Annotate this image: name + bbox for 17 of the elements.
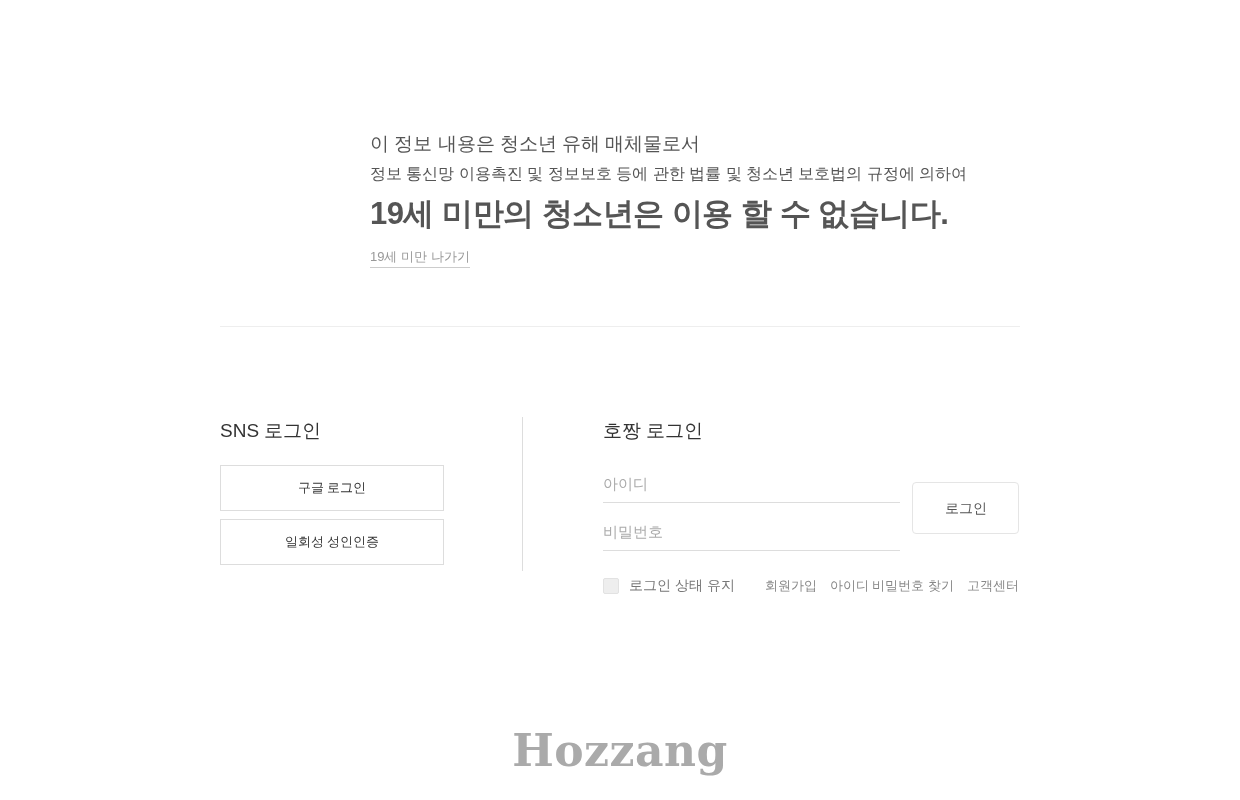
sns-login-button[interactable]: 일회성 성인인증	[220, 519, 444, 565]
password-field[interactable]: 비밀번호	[603, 513, 900, 551]
notice-text: 이 정보 내용은 청소년 유해 매체물로서	[370, 132, 701, 156]
age-restriction-headline: 19세 미만의 청소년은 이용 할 수 없습니다.	[370, 195, 949, 233]
account-link[interactable]: 아이디 비밀번호 찾기	[829, 575, 954, 596]
exit-link[interactable]: 19세 미만 나가기	[370, 248, 470, 268]
sns-login-title: SNS 로그인	[220, 419, 323, 443]
keep-login-checkbox[interactable]	[603, 577, 619, 594]
logo: Hozzang	[512, 726, 728, 776]
keep-login-label: 로그인 상태 유지	[629, 576, 735, 595]
account-link[interactable]: 고객센터	[967, 575, 1019, 596]
account-link[interactable]: 회원가입	[764, 575, 817, 596]
member-login-title: 호짱 로그인	[603, 419, 705, 443]
id-field[interactable]: 아이디	[603, 465, 900, 503]
sns-login-button[interactable]: 구글 로그인	[220, 465, 444, 511]
notice-text: 정보 통신망 이용촉진 및 정보보호 등에 관한 법률 및 청소년 보호법의 규정에 의하여	[370, 164, 968, 184]
login-button[interactable]: 로그인	[912, 482, 1019, 534]
